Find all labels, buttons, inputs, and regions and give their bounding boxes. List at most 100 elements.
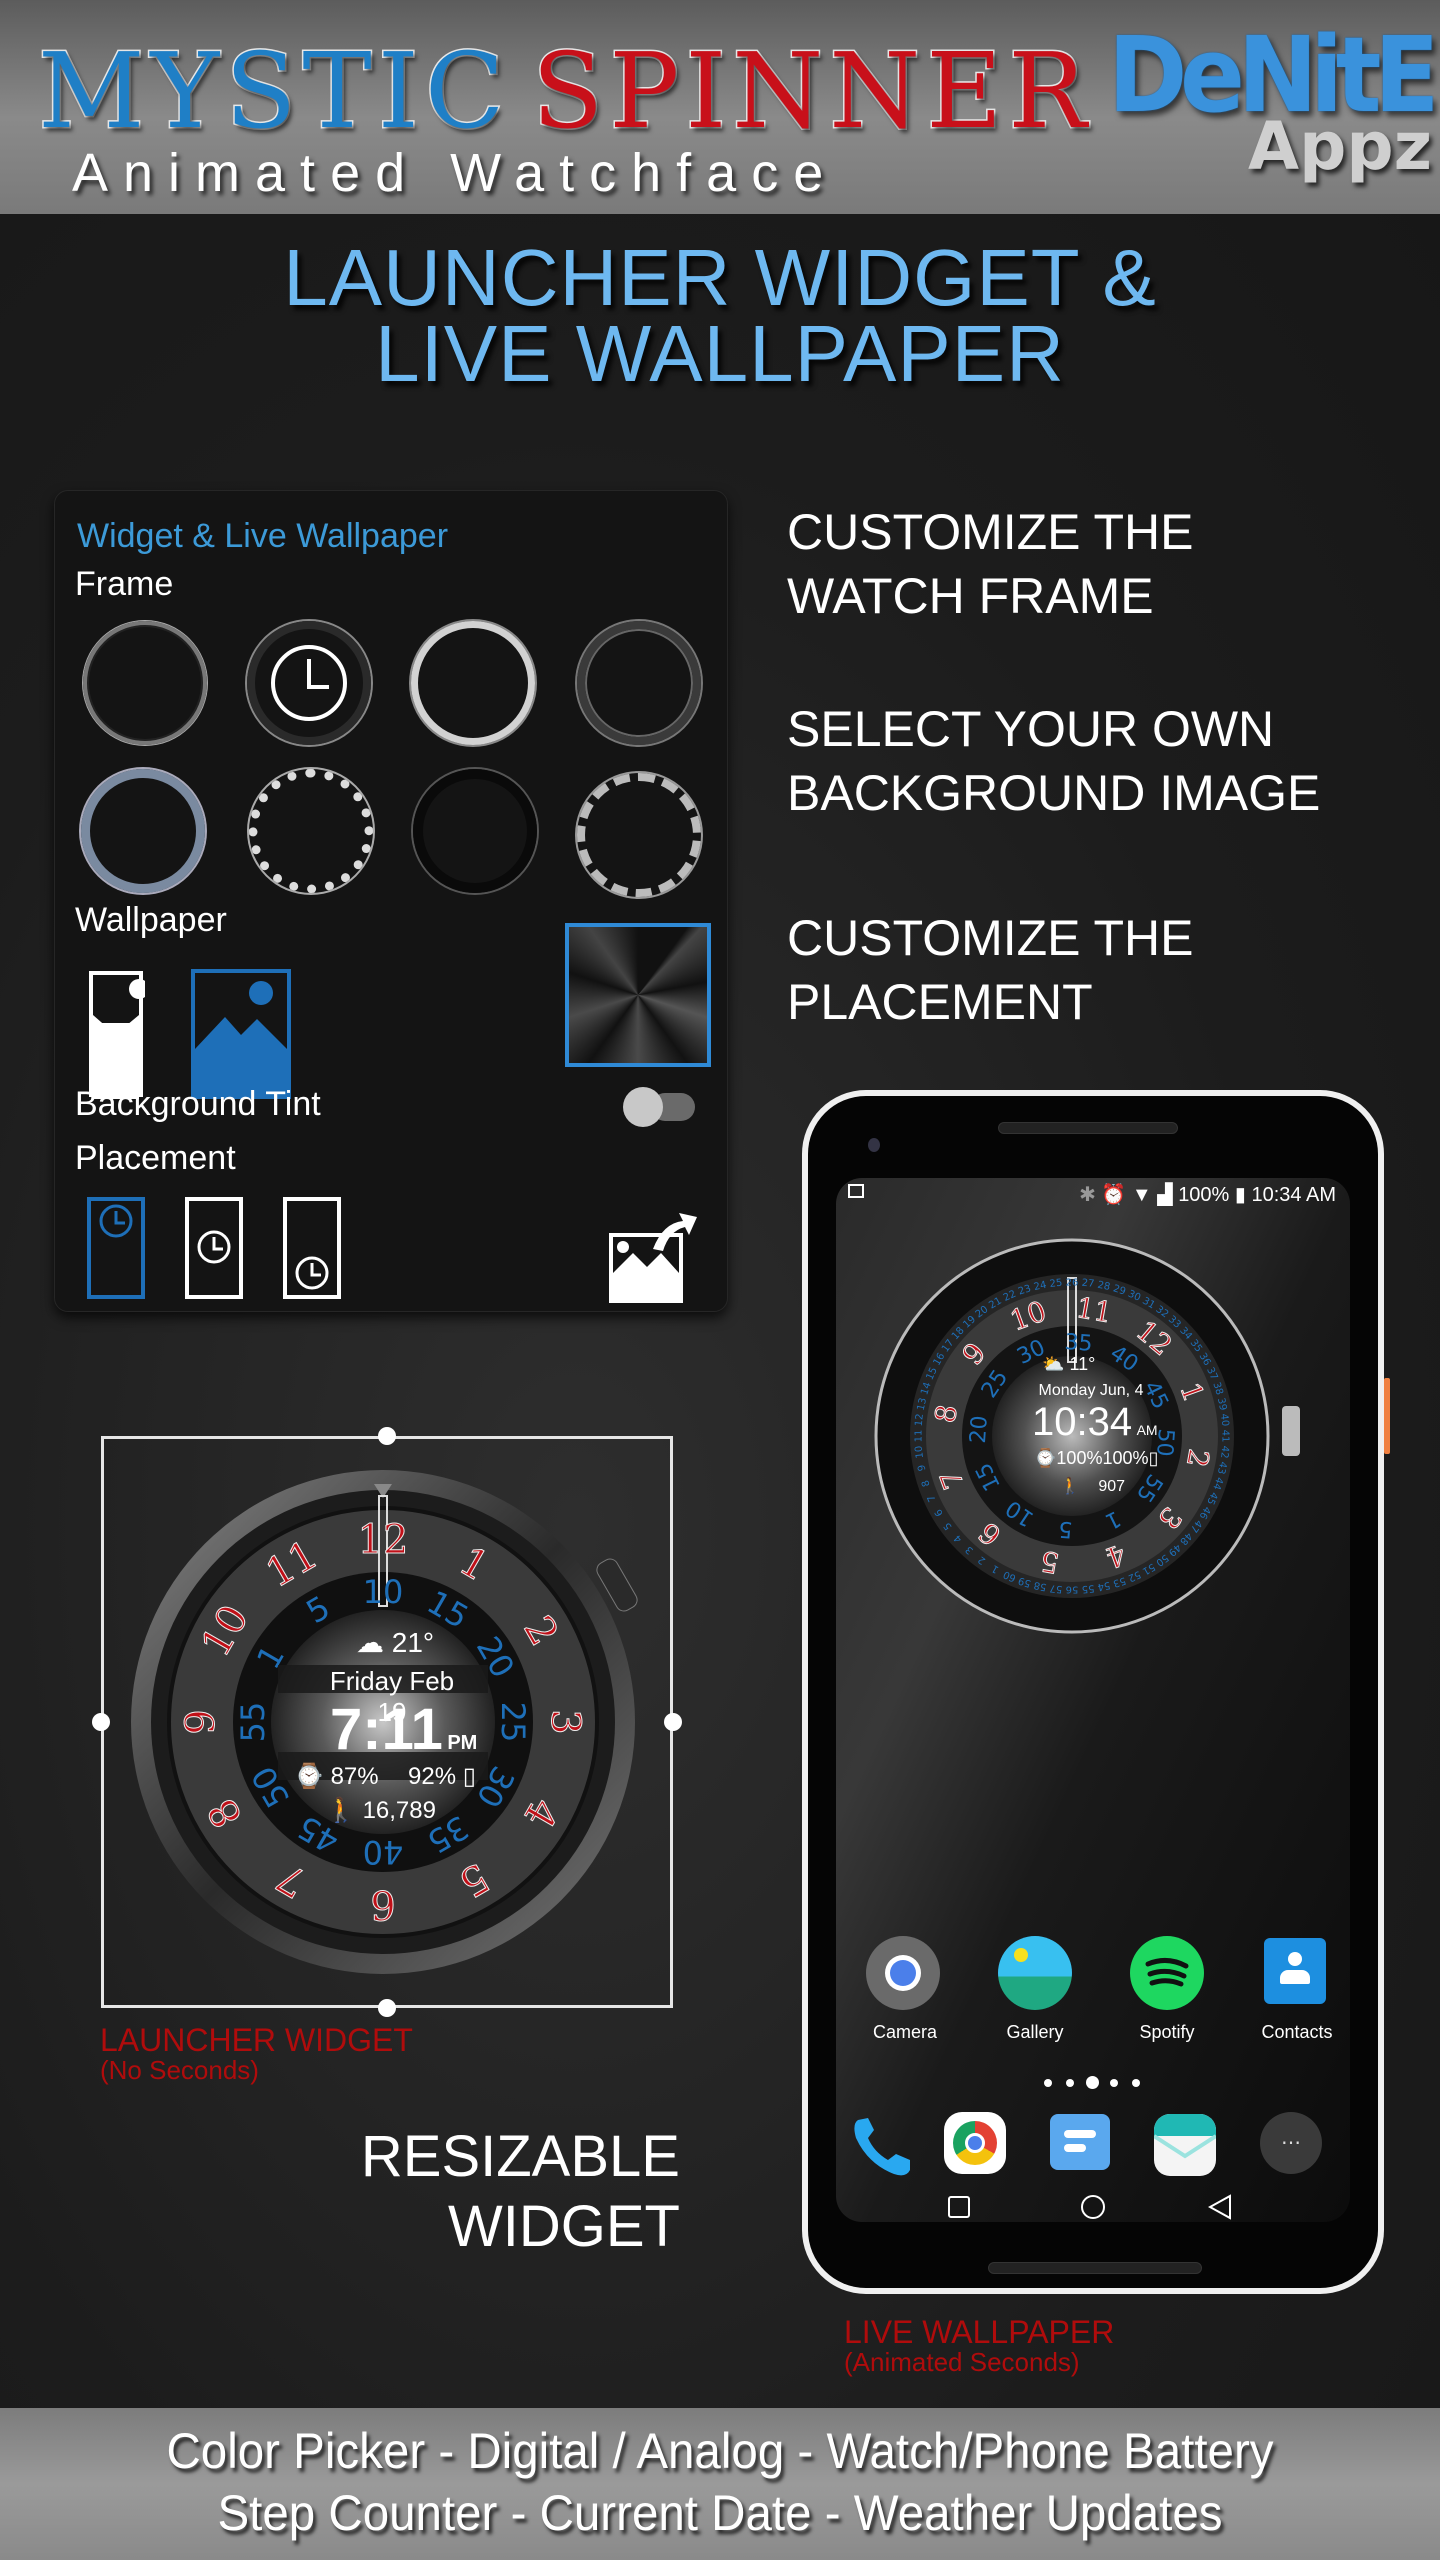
gallery-app-icon[interactable]	[998, 1936, 1072, 2010]
hour-number: 9	[178, 1709, 224, 1734]
alarm-icon: ⏰	[1101, 1184, 1127, 1206]
page-indicator-dot[interactable]	[1132, 2079, 1140, 2087]
toggle-thumb[interactable]	[623, 1087, 663, 1127]
contacts-app-label[interactable]: Contacts	[1242, 2022, 1350, 2043]
resizable-widget-label: RESIZABLE WIDGET	[300, 2122, 680, 2262]
frame-option-4[interactable]	[577, 621, 701, 745]
email-app-icon[interactable]	[1154, 2114, 1216, 2176]
phone-watch-steps: 🚶 907	[1060, 1476, 1125, 1496]
gallery-app-label[interactable]: Gallery	[980, 2022, 1090, 2043]
app-title-spinner: SPINNER	[531, 29, 1093, 154]
frame-option-3[interactable]	[411, 621, 535, 745]
set-wallpaper-icon[interactable]	[607, 1209, 697, 1305]
feature-placement: CUSTOMIZE THE PLACEMENT	[787, 906, 1194, 1034]
app-title-mystic: MYSTIC	[36, 29, 511, 154]
frame-option-5[interactable]	[81, 769, 205, 893]
placement-center-option[interactable]	[185, 1197, 243, 1299]
resize-handle-bottom[interactable]	[378, 1999, 396, 2017]
camera-app-label[interactable]: Camera	[850, 2022, 960, 2043]
resize-handle-left[interactable]	[92, 1713, 110, 1731]
wallpaper-caption-sub: (Animated Seconds)	[844, 2347, 1080, 2377]
frame-option-1[interactable]	[83, 621, 207, 745]
home-button[interactable]	[1081, 2195, 1105, 2219]
phone-watch-time: 10:34	[1032, 1400, 1133, 1444]
app-subtitle: Animated Watchface	[72, 143, 839, 203]
recents-button[interactable]	[948, 2196, 970, 2218]
wallpaper-fill-option[interactable]	[191, 969, 291, 1099]
frame-option-6[interactable]	[249, 769, 373, 893]
wallpaper-caption: LIVE WALLPAPER (Animated Seconds)	[844, 2316, 1114, 2376]
battery-icon: ▮	[1234, 1184, 1246, 1206]
spotify-app-icon[interactable]	[1130, 1936, 1204, 2010]
phone-watch-date: Monday Jun, 4	[1038, 1382, 1144, 1399]
phone-watch-temp: 11°	[1069, 1354, 1096, 1374]
page-indicator-dot[interactable]	[1110, 2079, 1118, 2087]
date-number: 56	[1066, 1584, 1079, 1595]
feature-placement-line1: CUSTOMIZE THE	[787, 910, 1194, 966]
status-bar: ✱ ⏰ ▼ ▟ 100% ▮ 10:34 AM	[1079, 1182, 1336, 1207]
minute-number: 40	[363, 1833, 404, 1871]
date-number: 11	[914, 1430, 925, 1443]
page-indicator-dot[interactable]	[1044, 2079, 1052, 2087]
date-number: 57	[1049, 1582, 1063, 1594]
chrome-app-icon[interactable]	[944, 2112, 1006, 2174]
frame-option-2[interactable]	[247, 621, 371, 745]
signal-icon: ▟	[1157, 1184, 1173, 1206]
phone-icon: ▯	[462, 1763, 476, 1790]
hour-number: 3	[542, 1709, 588, 1734]
wallpaper-preview[interactable]	[565, 923, 711, 1067]
spotify-app-label[interactable]: Spotify	[1112, 2022, 1222, 2043]
widget-time: 7:11	[330, 1697, 443, 1762]
resize-handle-top[interactable]	[378, 1427, 396, 1445]
contacts-app-icon[interactable]	[1264, 1938, 1326, 2004]
widget-steps: 🚶 16,789	[326, 1796, 436, 1825]
resize-handle-right[interactable]	[664, 1713, 682, 1731]
status-time: 10:34 AM	[1251, 1184, 1336, 1206]
placement-bottom-option[interactable]	[283, 1197, 341, 1299]
placement-label: Placement	[75, 1139, 236, 1177]
cloud-rain-icon: ☁	[356, 1627, 384, 1658]
date-number: 12	[914, 1413, 926, 1427]
phone-watch-weather: ⛅ 11°	[1042, 1354, 1095, 1375]
settings-panel: Widget & Live Wallpaper Frame Wallpaper …	[54, 490, 728, 1312]
watch-battery-value: 87%	[330, 1763, 379, 1790]
panel-title: Widget & Live Wallpaper	[77, 517, 449, 555]
phone-battery-value: 92%	[408, 1763, 457, 1790]
feature-frame-line1: CUSTOMIZE THE	[787, 504, 1194, 560]
feature-placement-line2: PLACEMENT	[787, 974, 1093, 1030]
walking-icon: 🚶	[326, 1797, 356, 1824]
messages-app-icon[interactable]	[1050, 2114, 1110, 2170]
widget-ampm: PM	[447, 1732, 478, 1754]
top-speaker	[998, 1122, 1178, 1134]
watch-icon: ⌚	[294, 1763, 324, 1790]
developer-logo-sub: Appz	[1248, 108, 1432, 185]
frame-option-8[interactable]	[577, 773, 701, 897]
hour-number: 11	[1074, 1291, 1115, 1330]
widget-watch-battery: ⌚ 87%	[294, 1762, 379, 1791]
walking-icon: 🚶	[1060, 1478, 1080, 1495]
page-indicator-dot[interactable]	[1066, 2079, 1074, 2087]
frame-option-7[interactable]	[413, 769, 537, 893]
placement-top-option[interactable]	[87, 1197, 145, 1299]
phone-body: ✱ ⏰ ▼ ▟ 100% ▮ 10:34 AM 11 12 1 2 3 4 5 …	[808, 1096, 1378, 2288]
phone-watch-ampm: AM	[1136, 1422, 1158, 1438]
resizable-line2: WIDGET	[448, 2194, 680, 2259]
phone-app-icon[interactable]	[850, 2114, 916, 2180]
widget-weather: ☁ 21°	[356, 1626, 434, 1659]
watch-icon: ⌚	[1034, 1448, 1057, 1468]
app-drawer-icon[interactable]: ⋯	[1260, 2112, 1322, 2174]
wallpaper-fit-option[interactable]	[87, 969, 145, 1099]
front-camera	[868, 1138, 880, 1152]
back-button[interactable]	[1208, 2194, 1232, 2220]
minute-number: 25	[494, 1702, 532, 1743]
date-number: 42	[1218, 1445, 1230, 1459]
page-indicator-dot-active[interactable]	[1086, 2076, 1099, 2089]
wifi-icon: ▼	[1131, 1184, 1152, 1206]
crown-icon	[1282, 1406, 1300, 1456]
phone-power-button	[1384, 1378, 1390, 1454]
frame-label: Frame	[75, 565, 174, 603]
widget-caption-title: LAUNCHER WIDGET	[100, 2022, 413, 2058]
date-number: 55	[1081, 1582, 1095, 1594]
camera-app-icon[interactable]	[866, 1936, 940, 2010]
minute-number: 20	[966, 1415, 993, 1445]
